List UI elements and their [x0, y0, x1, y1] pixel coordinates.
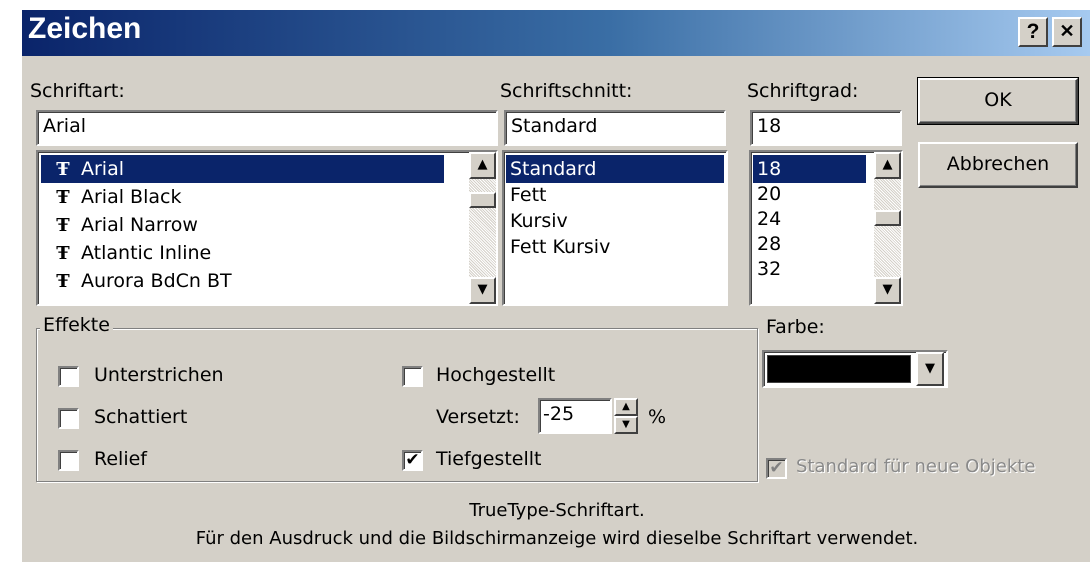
- font-list-item[interactable]: Ŧ Arial Black: [41, 183, 181, 211]
- effects-label: Effekte: [40, 314, 113, 336]
- font-name-value: Arial: [43, 115, 87, 137]
- subscript-label: Tiefgestellt: [436, 448, 542, 470]
- default-new-label: Standard für neue Objekte: [796, 456, 1036, 477]
- font-dialog: Zeichen ? ✕ Schriftart: Arial Ŧ Arial Ŧ Ar…: [20, 8, 1090, 562]
- shadow-checkbox[interactable]: [58, 408, 79, 429]
- truetype-icon: Ŧ: [56, 215, 70, 236]
- ok-button[interactable]: OK: [917, 77, 1079, 125]
- font-label: Schriftart:: [30, 80, 125, 102]
- underline-checkbox[interactable]: [58, 366, 79, 387]
- shadow-label: Schattiert: [94, 406, 188, 428]
- font-list-item[interactable]: Ŧ Atlantic Inline: [41, 239, 211, 267]
- underline-label: Unterstrichen: [94, 364, 224, 386]
- style-list-item[interactable]: Kursiv: [506, 207, 568, 235]
- window-title: Zeichen: [28, 12, 142, 45]
- offset-label: Versetzt:: [436, 406, 520, 428]
- scroll-down-icon[interactable]: ▼: [469, 277, 496, 304]
- chevron-down-icon[interactable]: ▼: [916, 352, 944, 386]
- truetype-icon: Ŧ: [56, 243, 70, 264]
- info-line-1: TrueType-Schriftart.: [469, 500, 645, 521]
- size-label: Schriftgrad:: [747, 80, 859, 102]
- info-line-2: Für den Ausdruck und die Bildschirmanzei…: [195, 528, 919, 549]
- scroll-thumb[interactable]: [469, 192, 496, 208]
- spin-up-icon[interactable]: ▲: [614, 398, 638, 416]
- size-list-item[interactable]: 32: [753, 255, 781, 283]
- default-new-checkbox[interactable]: ✔: [766, 458, 787, 479]
- subscript-checkbox[interactable]: ✔: [402, 450, 423, 471]
- font-list[interactable]: Ŧ Arial Ŧ Arial Black Ŧ Arial Narrow Ŧ Atlan…: [36, 150, 498, 306]
- superscript-label: Hochgestellt: [436, 364, 556, 386]
- cancel-button[interactable]: Abbrechen: [918, 142, 1078, 188]
- style-list[interactable]: Standard Fett Kursiv Fett Kursiv: [502, 150, 728, 306]
- check-icon: ✔: [769, 458, 784, 478]
- size-value: 18: [757, 115, 782, 137]
- style-list-item[interactable]: Standard: [506, 155, 724, 183]
- font-list-item[interactable]: Ŧ Arial Narrow: [41, 211, 198, 239]
- color-label: Farbe:: [766, 316, 825, 338]
- truetype-icon: Ŧ: [56, 159, 70, 180]
- spin-down-icon[interactable]: ▼: [614, 416, 638, 434]
- style-value: Standard: [511, 115, 598, 137]
- style-list-item[interactable]: Fett: [506, 181, 546, 209]
- offset-input[interactable]: -25: [538, 398, 612, 434]
- size-list-item[interactable]: 24: [753, 205, 781, 233]
- size-input[interactable]: 18: [750, 110, 902, 146]
- offset-spinner[interactable]: ▲ ▼: [614, 398, 638, 434]
- offset-value: -25: [543, 403, 575, 425]
- font-list-item[interactable]: Ŧ Aurora BdCn BT: [41, 267, 231, 295]
- emboss-label: Relief: [94, 448, 147, 470]
- close-button[interactable]: ✕: [1052, 17, 1082, 47]
- font-list-scrollbar[interactable]: ▲ ▼: [469, 152, 496, 304]
- truetype-icon: Ŧ: [56, 271, 70, 292]
- scroll-thumb[interactable]: [874, 210, 901, 226]
- size-list-item[interactable]: 20: [753, 180, 781, 208]
- offset-unit: %: [648, 406, 667, 428]
- truetype-icon: Ŧ: [56, 187, 70, 208]
- help-button[interactable]: ?: [1018, 17, 1048, 47]
- superscript-checkbox[interactable]: [402, 366, 423, 387]
- scroll-down-icon[interactable]: ▼: [874, 277, 901, 304]
- scroll-up-icon[interactable]: ▲: [469, 152, 496, 179]
- color-swatch: [767, 355, 911, 383]
- color-dropdown[interactable]: ▼: [762, 350, 948, 388]
- close-icon: ✕: [1059, 21, 1075, 41]
- font-list-item[interactable]: Ŧ Arial: [41, 155, 444, 183]
- style-label: Schriftschnitt:: [500, 80, 633, 102]
- size-list[interactable]: 18 20 24 28 32 ▲ ▼: [749, 150, 903, 306]
- emboss-checkbox[interactable]: [58, 450, 79, 471]
- style-input[interactable]: Standard: [504, 110, 726, 146]
- font-name-input[interactable]: Arial: [36, 110, 498, 146]
- size-list-item[interactable]: 18: [753, 155, 866, 183]
- size-list-item[interactable]: 28: [753, 230, 781, 258]
- scroll-up-icon[interactable]: ▲: [874, 152, 901, 179]
- title-bar: Zeichen ? ✕: [22, 10, 1090, 56]
- check-icon: ✔: [405, 450, 420, 470]
- style-list-item[interactable]: Fett Kursiv: [506, 233, 610, 261]
- size-list-scrollbar[interactable]: ▲ ▼: [874, 152, 901, 304]
